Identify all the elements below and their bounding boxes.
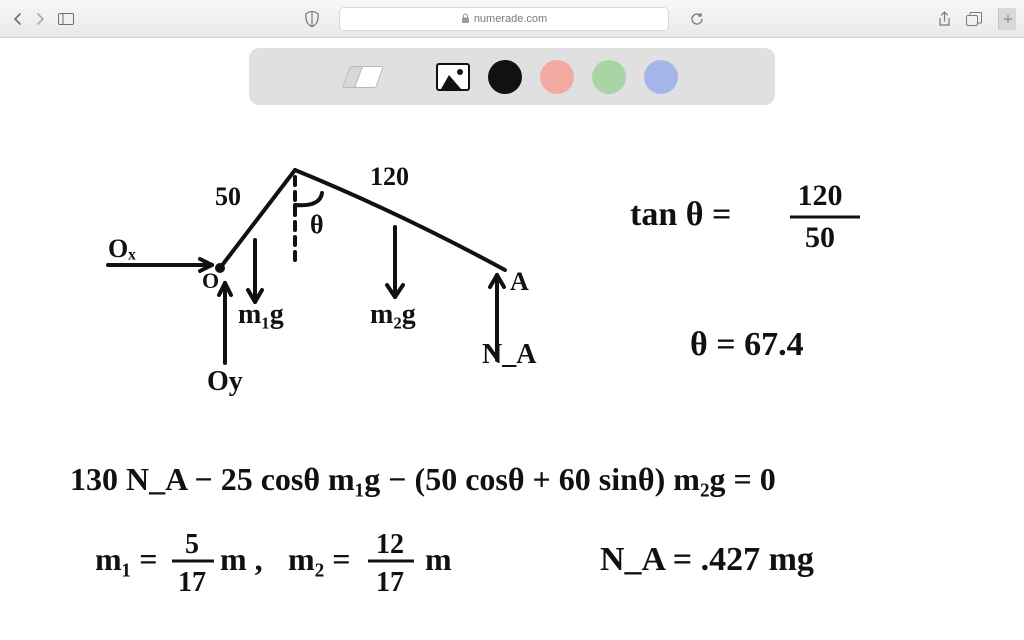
eraser-tool-icon[interactable] bbox=[342, 66, 384, 88]
color-swatch-red[interactable] bbox=[540, 60, 574, 94]
eq-m1-den: 17 bbox=[178, 567, 206, 598]
reload-button[interactable] bbox=[685, 7, 709, 31]
chrome-right-group bbox=[934, 8, 1016, 30]
new-tab-button[interactable] bbox=[998, 8, 1016, 30]
eq-theta: θ = 67.4 bbox=[690, 326, 804, 363]
label-m2g: m₂g bbox=[370, 299, 416, 330]
label-o: O bbox=[202, 268, 219, 293]
tabs-button[interactable] bbox=[964, 9, 984, 29]
label-oy: Oy bbox=[207, 366, 243, 397]
label-na: N_A bbox=[482, 339, 537, 370]
privacy-shield-icon[interactable] bbox=[301, 8, 323, 30]
handwritten-content: 50 120 θ Oₓ O Oy m₁g m₂g A N_A tan θ = 1… bbox=[0, 105, 1024, 640]
eq-m1-lhs: m₁ = bbox=[95, 541, 157, 577]
label-ox: Oₓ bbox=[108, 234, 136, 263]
nav-group bbox=[8, 9, 76, 29]
share-button[interactable] bbox=[934, 9, 954, 29]
color-swatch-black[interactable] bbox=[488, 60, 522, 94]
label-50: 50 bbox=[215, 182, 241, 211]
label-a: A bbox=[510, 267, 529, 296]
eq-m2-num: 12 bbox=[376, 529, 404, 560]
label-theta: θ bbox=[310, 210, 324, 239]
eq-tan-den: 50 bbox=[805, 221, 835, 254]
eq-m1-suffix: m , bbox=[220, 541, 263, 577]
image-picker-icon[interactable] bbox=[436, 63, 470, 91]
eq-m2-lhs: m₂ = bbox=[288, 541, 350, 577]
eq-tan-lhs: tan θ = bbox=[630, 196, 731, 233]
back-button[interactable] bbox=[8, 9, 28, 29]
lock-icon bbox=[461, 13, 470, 24]
forward-button[interactable] bbox=[30, 9, 50, 29]
browser-toolbar: numerade.com bbox=[0, 0, 1024, 38]
url-text: numerade.com bbox=[474, 13, 547, 25]
label-m1g: m₁g bbox=[238, 299, 284, 330]
color-swatch-green[interactable] bbox=[592, 60, 626, 94]
eq-tan-num: 120 bbox=[798, 179, 843, 212]
eq-na-result: N_A = .427 mg bbox=[600, 541, 814, 578]
whiteboard-canvas[interactable]: 50 120 θ Oₓ O Oy m₁g m₂g A N_A tan θ = 1… bbox=[0, 105, 1024, 640]
eq-m2-den: 17 bbox=[376, 567, 404, 598]
eq-torque: 130 N_A − 25 cosθ m₁g − (50 cosθ + 60 si… bbox=[70, 461, 776, 497]
eq-m1-num: 5 bbox=[185, 529, 199, 560]
sidebar-toggle-button[interactable] bbox=[56, 9, 76, 29]
address-bar[interactable]: numerade.com bbox=[339, 7, 669, 31]
color-swatch-blue[interactable] bbox=[644, 60, 678, 94]
drawing-toolbar bbox=[249, 48, 775, 105]
label-120: 120 bbox=[370, 162, 409, 191]
eq-m2-suffix: m bbox=[425, 541, 452, 577]
